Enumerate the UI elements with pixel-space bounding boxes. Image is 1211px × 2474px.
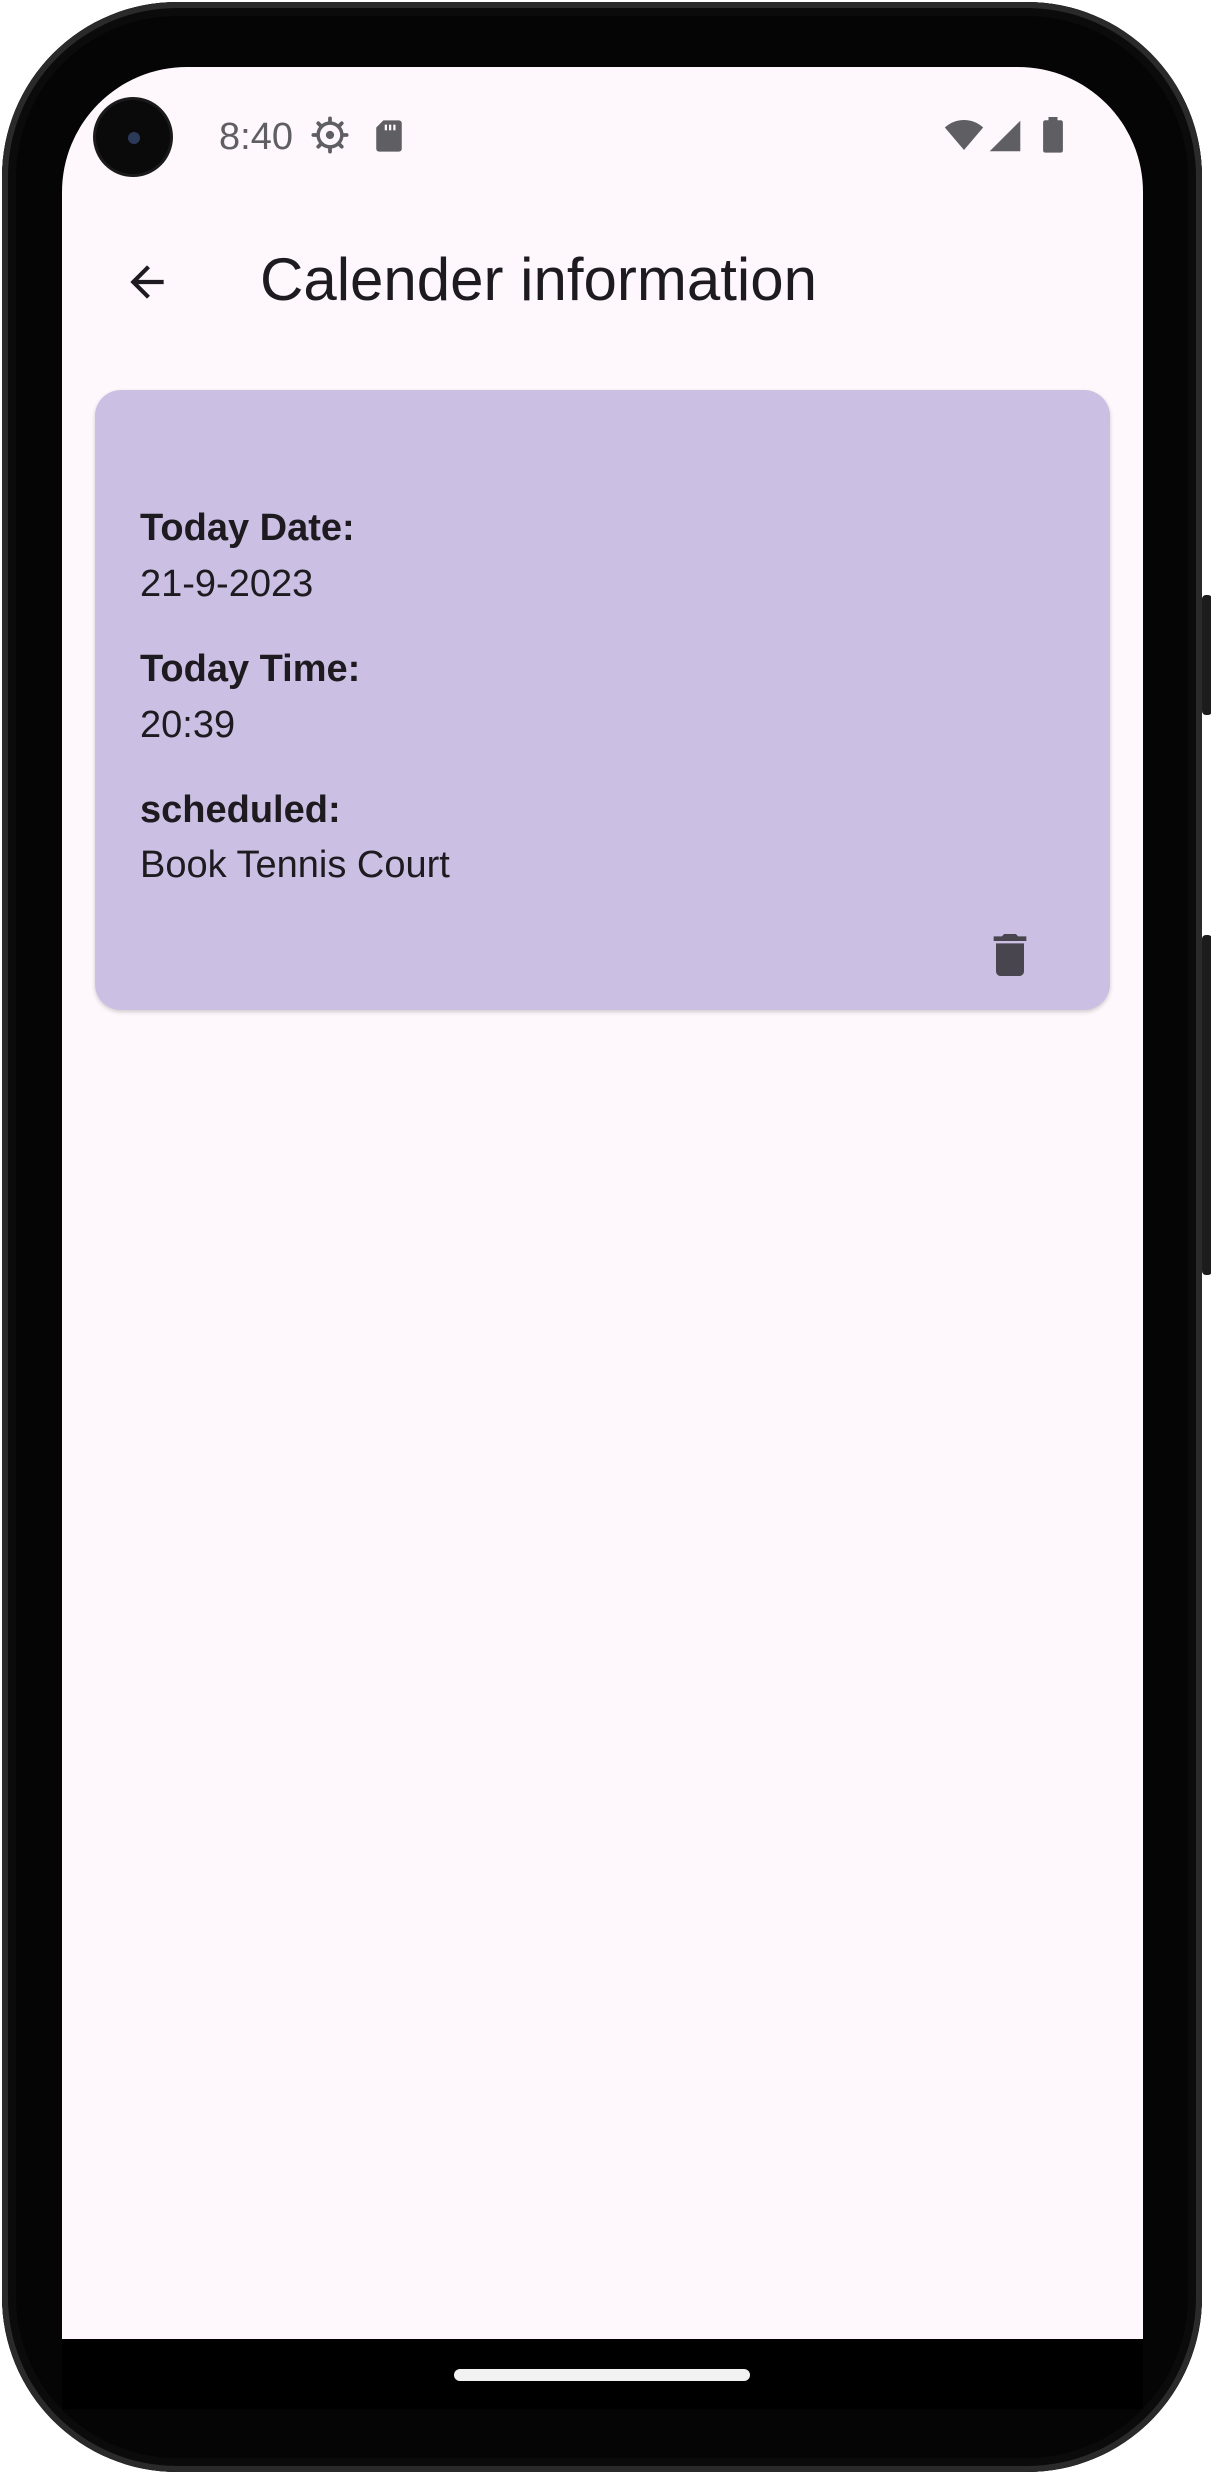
- back-button[interactable]: [102, 237, 192, 327]
- front-camera: [96, 100, 170, 174]
- trash-icon: [993, 934, 1027, 976]
- gear-icon: [311, 116, 349, 154]
- scheduled-label: scheduled:: [140, 789, 341, 831]
- time-value: 20:39: [140, 704, 236, 746]
- signal-icon: [989, 120, 1021, 152]
- battery-icon: [1043, 117, 1063, 153]
- scheduled-value: Book Tennis Court: [140, 844, 450, 886]
- delete-button[interactable]: [975, 920, 1045, 990]
- page-title: Calender information: [260, 246, 817, 313]
- home-indicator[interactable]: [454, 2369, 750, 2381]
- event-card: Today Date: 21-9-2023 Today Time: 20:39 …: [95, 390, 1110, 1010]
- wifi-icon: [944, 120, 984, 150]
- sd-card-icon: [376, 120, 402, 152]
- phone-frame: 8:40 Calender information Today Date: 21…: [2, 2, 1202, 2472]
- volume-button: [1202, 935, 1211, 1275]
- time-label: Today Time:: [140, 648, 361, 690]
- power-button: [1202, 595, 1211, 715]
- app-screen: 8:40 Calender information Today Date: 21…: [62, 67, 1143, 2344]
- arrow-back-icon: [130, 265, 164, 299]
- date-label: Today Date:: [140, 507, 355, 549]
- date-value: 21-9-2023: [140, 563, 314, 605]
- status-time: 8:40: [219, 116, 293, 158]
